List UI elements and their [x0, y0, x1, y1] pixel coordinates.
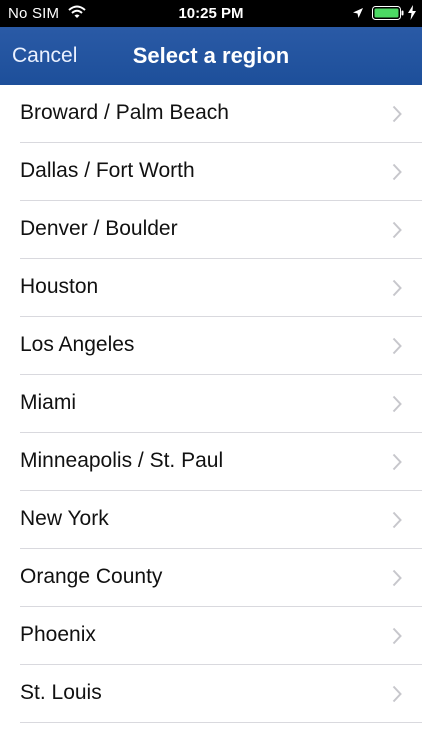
chevron-right-icon: [392, 685, 402, 703]
location-arrow-icon: [353, 8, 363, 18]
region-label: Houston: [20, 275, 99, 298]
chevron-right-icon: [392, 105, 402, 123]
list-item[interactable]: Denver / Boulder: [0, 201, 422, 259]
page-title: Select a region: [132, 43, 290, 68]
region-label: Orange County: [20, 565, 163, 588]
region-label: New York: [20, 507, 109, 530]
list-item[interactable]: St. Louis: [0, 665, 422, 723]
region-label: St. Louis: [20, 681, 102, 704]
region-label: Phoenix: [20, 623, 96, 646]
region-list: Broward / Palm Beach Dallas / Fort Worth D…: [0, 85, 422, 723]
list-item[interactable]: Miami: [0, 375, 422, 433]
list-item[interactable]: Houston: [0, 259, 422, 317]
region-label: Dallas / Fort Worth: [20, 159, 195, 182]
list-item[interactable]: New York: [0, 491, 422, 549]
list-item[interactable]: Phoenix: [0, 607, 422, 665]
chevron-right-icon: [392, 453, 402, 471]
list-item[interactable]: Minneapolis / St. Paul: [0, 433, 422, 491]
chevron-right-icon: [392, 279, 402, 297]
chevron-right-icon: [392, 627, 402, 645]
chevron-right-icon: [392, 163, 402, 181]
region-label: Broward / Palm Beach: [20, 101, 229, 124]
region-label: Minneapolis / St. Paul: [20, 449, 224, 472]
list-item[interactable]: Los Angeles: [0, 317, 422, 375]
chevron-right-icon: [392, 221, 402, 239]
list-item[interactable]: Dallas / Fort Worth: [0, 143, 422, 201]
chevron-right-icon: [392, 511, 402, 529]
list-item[interactable]: Broward / Palm Beach: [0, 85, 422, 143]
region-label: Miami: [20, 391, 76, 414]
region-label: Los Angeles: [20, 333, 135, 356]
region-label: Denver / Boulder: [20, 217, 178, 240]
chevron-right-icon: [392, 395, 402, 413]
list-item[interactable]: Orange County: [0, 549, 422, 607]
status-bar: No SIM 10:25 PM: [0, 0, 422, 27]
chevron-right-icon: [392, 569, 402, 587]
battery-icon: [372, 6, 404, 20]
chevron-right-icon: [392, 337, 402, 355]
charging-bolt-icon: [408, 5, 416, 20]
navigation-bar: Cancel Select a region: [0, 27, 422, 85]
